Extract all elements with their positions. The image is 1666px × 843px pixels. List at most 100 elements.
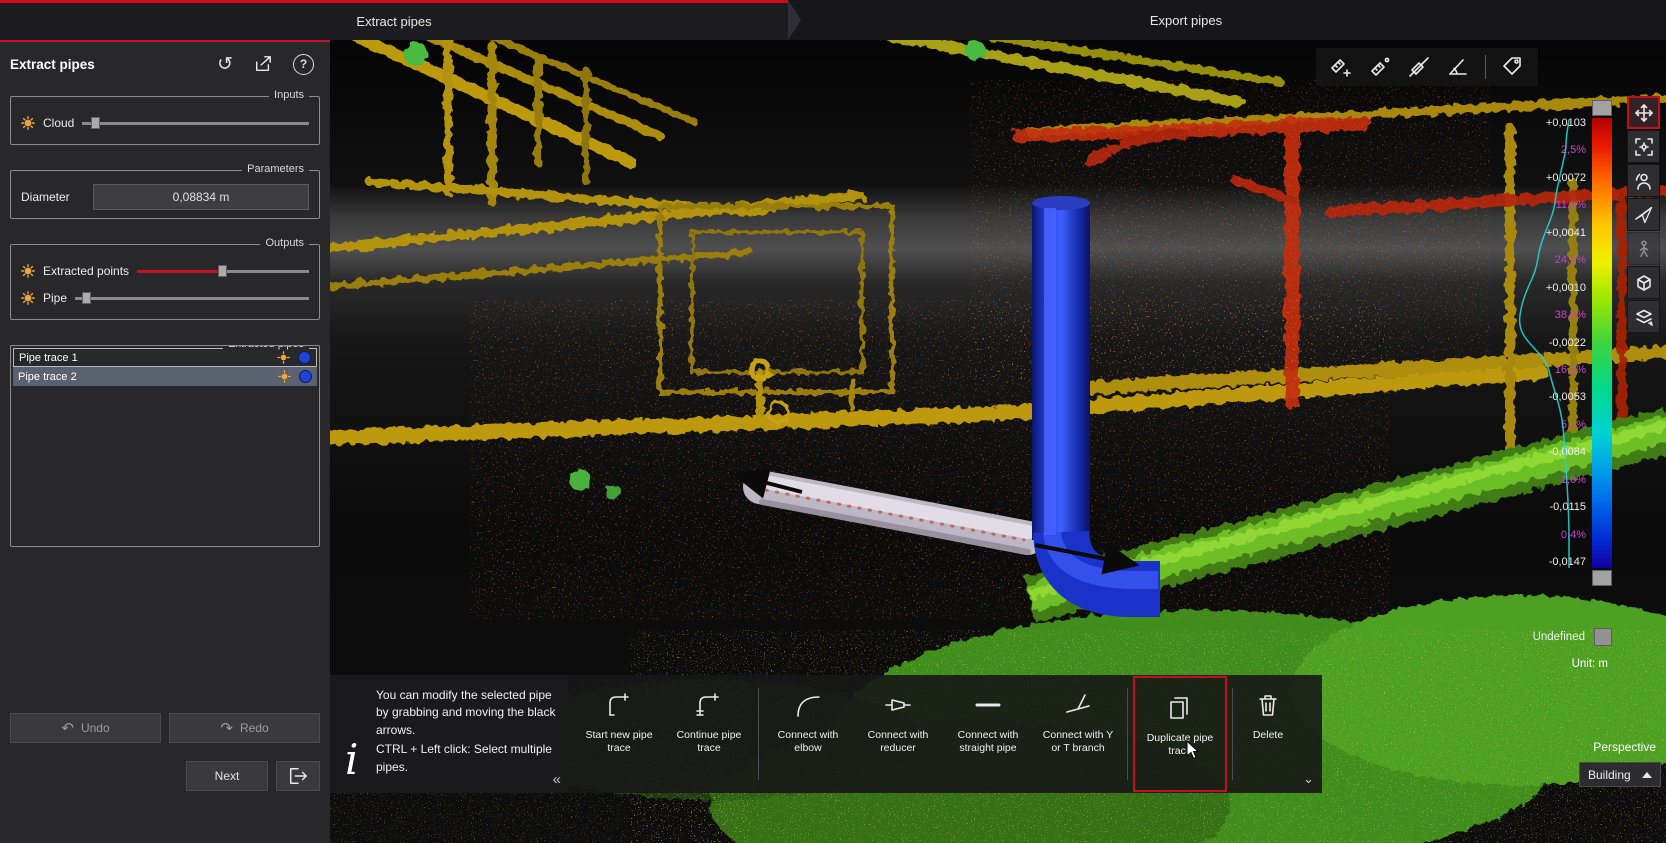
scale-value: +0,0103 [1546, 118, 1586, 129]
undo-arrow-icon: ↶ [61, 719, 74, 737]
toolbar-divider [758, 688, 759, 780]
measure-distance-icon[interactable] [1368, 55, 1392, 79]
redo-button-label: Redo [240, 721, 269, 735]
inputs-section: Inputs Cloud [10, 96, 320, 145]
exit-arrow-icon [287, 766, 309, 786]
scale-lower-handle[interactable] [1592, 570, 1612, 586]
tab-separator-arrow [788, 0, 801, 40]
connect-elbow-button[interactable]: Connect with elbow [763, 675, 853, 793]
scale-value: -0,0147 [1549, 557, 1586, 568]
trash-icon [1253, 690, 1283, 720]
fly-plane-icon [1634, 205, 1654, 225]
undefined-row: Undefined [1533, 628, 1612, 646]
application-window: Extract pipes Export pipes Extract pipes… [0, 0, 1666, 843]
next-button[interactable]: Next [186, 761, 268, 791]
stacked-slices-icon [1634, 307, 1654, 327]
redo-button[interactable]: ↷ Redo [169, 713, 320, 743]
ortho-views-button[interactable] [1627, 266, 1660, 299]
parameters-section: Parameters Diameter 0,08834 m [10, 170, 320, 219]
tab-extract-pipes[interactable]: Extract pipes [0, 0, 788, 40]
scale-upper-handle[interactable] [1592, 100, 1612, 116]
pan-tool-button[interactable] [1627, 96, 1660, 129]
tab-export-pipes[interactable]: Export pipes [801, 0, 1666, 40]
walk-mode-button[interactable] [1627, 232, 1660, 265]
pipe-bulb-icon[interactable] [21, 291, 35, 305]
connect-branch-button[interactable]: Connect with Y or T branch [1033, 675, 1123, 793]
view-preset-label: Building [1588, 768, 1631, 782]
parameters-section-label: Parameters [242, 163, 309, 175]
export-step-button[interactable] [276, 761, 320, 791]
extracted-pipes-list: Extracted pipes Pipe trace 1 Pipe trace … [10, 345, 320, 547]
pipe-trace-visibility-bulb-icon[interactable] [278, 370, 292, 384]
button-label: Duplicate pipe trace [1139, 732, 1221, 758]
extracted-points-label: Extracted points [43, 264, 129, 278]
scale-percent: 1,6% [1561, 475, 1586, 486]
scale-percent: 0,4% [1561, 530, 1586, 541]
button-label: Connect with Y or T branch [1037, 729, 1119, 755]
diameter-input[interactable]: 0,08834 m [93, 184, 309, 210]
connect-straight-pipe-button[interactable]: Connect with straight pipe [943, 675, 1033, 793]
list-item-pipe-trace-1[interactable]: Pipe trace 1 [13, 348, 317, 367]
continue-pipe-trace-button[interactable]: Continue pipe trace [664, 675, 754, 793]
export-window-icon[interactable] [253, 55, 273, 73]
view-preset-dropdown[interactable]: Building [1579, 762, 1661, 787]
undo-button[interactable]: ↶ Undo [10, 713, 161, 743]
duplicate-pipe-trace-button[interactable]: Duplicate pipe trace [1135, 678, 1225, 790]
start-new-pipe-trace-button[interactable]: Start new pipe trace [574, 675, 664, 793]
pipe-trace-name: Pipe trace 1 [19, 352, 270, 364]
redo-arrow-icon: ↷ [220, 719, 233, 737]
scale-value: -0,0115 [1550, 502, 1587, 513]
duplicate-selection-highlight: Duplicate pipe trace [1133, 676, 1227, 792]
bottom-strip: i You can modify the selected pipe by gr… [330, 675, 1322, 793]
measure-angle-icon[interactable] [1446, 55, 1470, 79]
pipe-label: Pipe [43, 291, 67, 305]
pipe-color-dot[interactable] [298, 351, 311, 364]
button-label: Continue pipe trace [668, 729, 750, 755]
button-label: Delete [1227, 729, 1309, 742]
continue-pipe-icon [694, 690, 724, 720]
undefined-color-swatch[interactable] [1594, 628, 1612, 646]
reducer-icon [883, 690, 913, 720]
info-text-line2: CTRL + Left click: Select multiple pipes… [376, 741, 556, 776]
orbit-view-button[interactable] [1627, 164, 1660, 197]
color-scale-bar [1592, 118, 1612, 568]
collapse-info-button[interactable]: « [553, 769, 561, 791]
scale-percent: 38,9% [1555, 310, 1586, 321]
scale-percent: 2,5% [1561, 145, 1586, 156]
measure-add-icon[interactable] [1329, 55, 1353, 79]
help-icon[interactable]: ? [293, 54, 314, 75]
scale-value: -0,0022 [1549, 338, 1586, 349]
pipe-opacity-slider[interactable] [75, 291, 309, 305]
extracted-points-slider[interactable] [137, 264, 309, 278]
collapse-toolbar-button[interactable]: ⌄ [1303, 771, 1314, 787]
slice-views-button[interactable] [1627, 300, 1660, 333]
duplicate-copy-icon [1165, 693, 1195, 723]
pipe-edit-toolbar: Start new pipe trace Continue pipe trace… [568, 675, 1322, 793]
button-label: Connect with reducer [857, 729, 939, 755]
workflow-tab-bar: Extract pipes Export pipes [0, 0, 1666, 40]
pipe-trace-visibility-bulb-icon[interactable] [277, 351, 291, 365]
zoom-extents-icon [1634, 137, 1654, 157]
scale-percent: 5,1% [1561, 420, 1586, 431]
outputs-section-label: Outputs [260, 237, 309, 249]
connect-reducer-button[interactable]: Connect with reducer [853, 675, 943, 793]
cloud-visibility-bulb-icon[interactable] [21, 116, 35, 130]
list-item-pipe-trace-2[interactable]: Pipe trace 2 [13, 367, 317, 386]
annotation-tag-icon[interactable] [1501, 55, 1525, 79]
zoom-extents-button[interactable] [1627, 130, 1660, 163]
scale-value: +0,0010 [1546, 283, 1586, 294]
delete-button[interactable]: Delete [1237, 675, 1299, 793]
cloud-opacity-slider[interactable] [82, 116, 309, 130]
projection-label: Perspective [1593, 740, 1656, 754]
scale-value: -0,0084 [1549, 447, 1586, 458]
pipe-color-dot[interactable] [299, 370, 312, 383]
undo-button-label: Undo [81, 721, 110, 735]
pipe-trace-name: Pipe trace 2 [18, 371, 271, 383]
fly-mode-button[interactable] [1627, 198, 1660, 231]
measure-clear-icon[interactable] [1407, 55, 1431, 79]
tab-export-pipes-label: Export pipes [1150, 13, 1222, 28]
extracted-points-bulb-icon[interactable] [21, 264, 35, 278]
history-icon[interactable]: ↺ [217, 55, 233, 74]
color-scale-labels: +0,0103 2,5% +0,0072 11,3% +0,0041 24,7%… [1491, 118, 1586, 568]
scale-percent: 24,7% [1555, 255, 1586, 266]
